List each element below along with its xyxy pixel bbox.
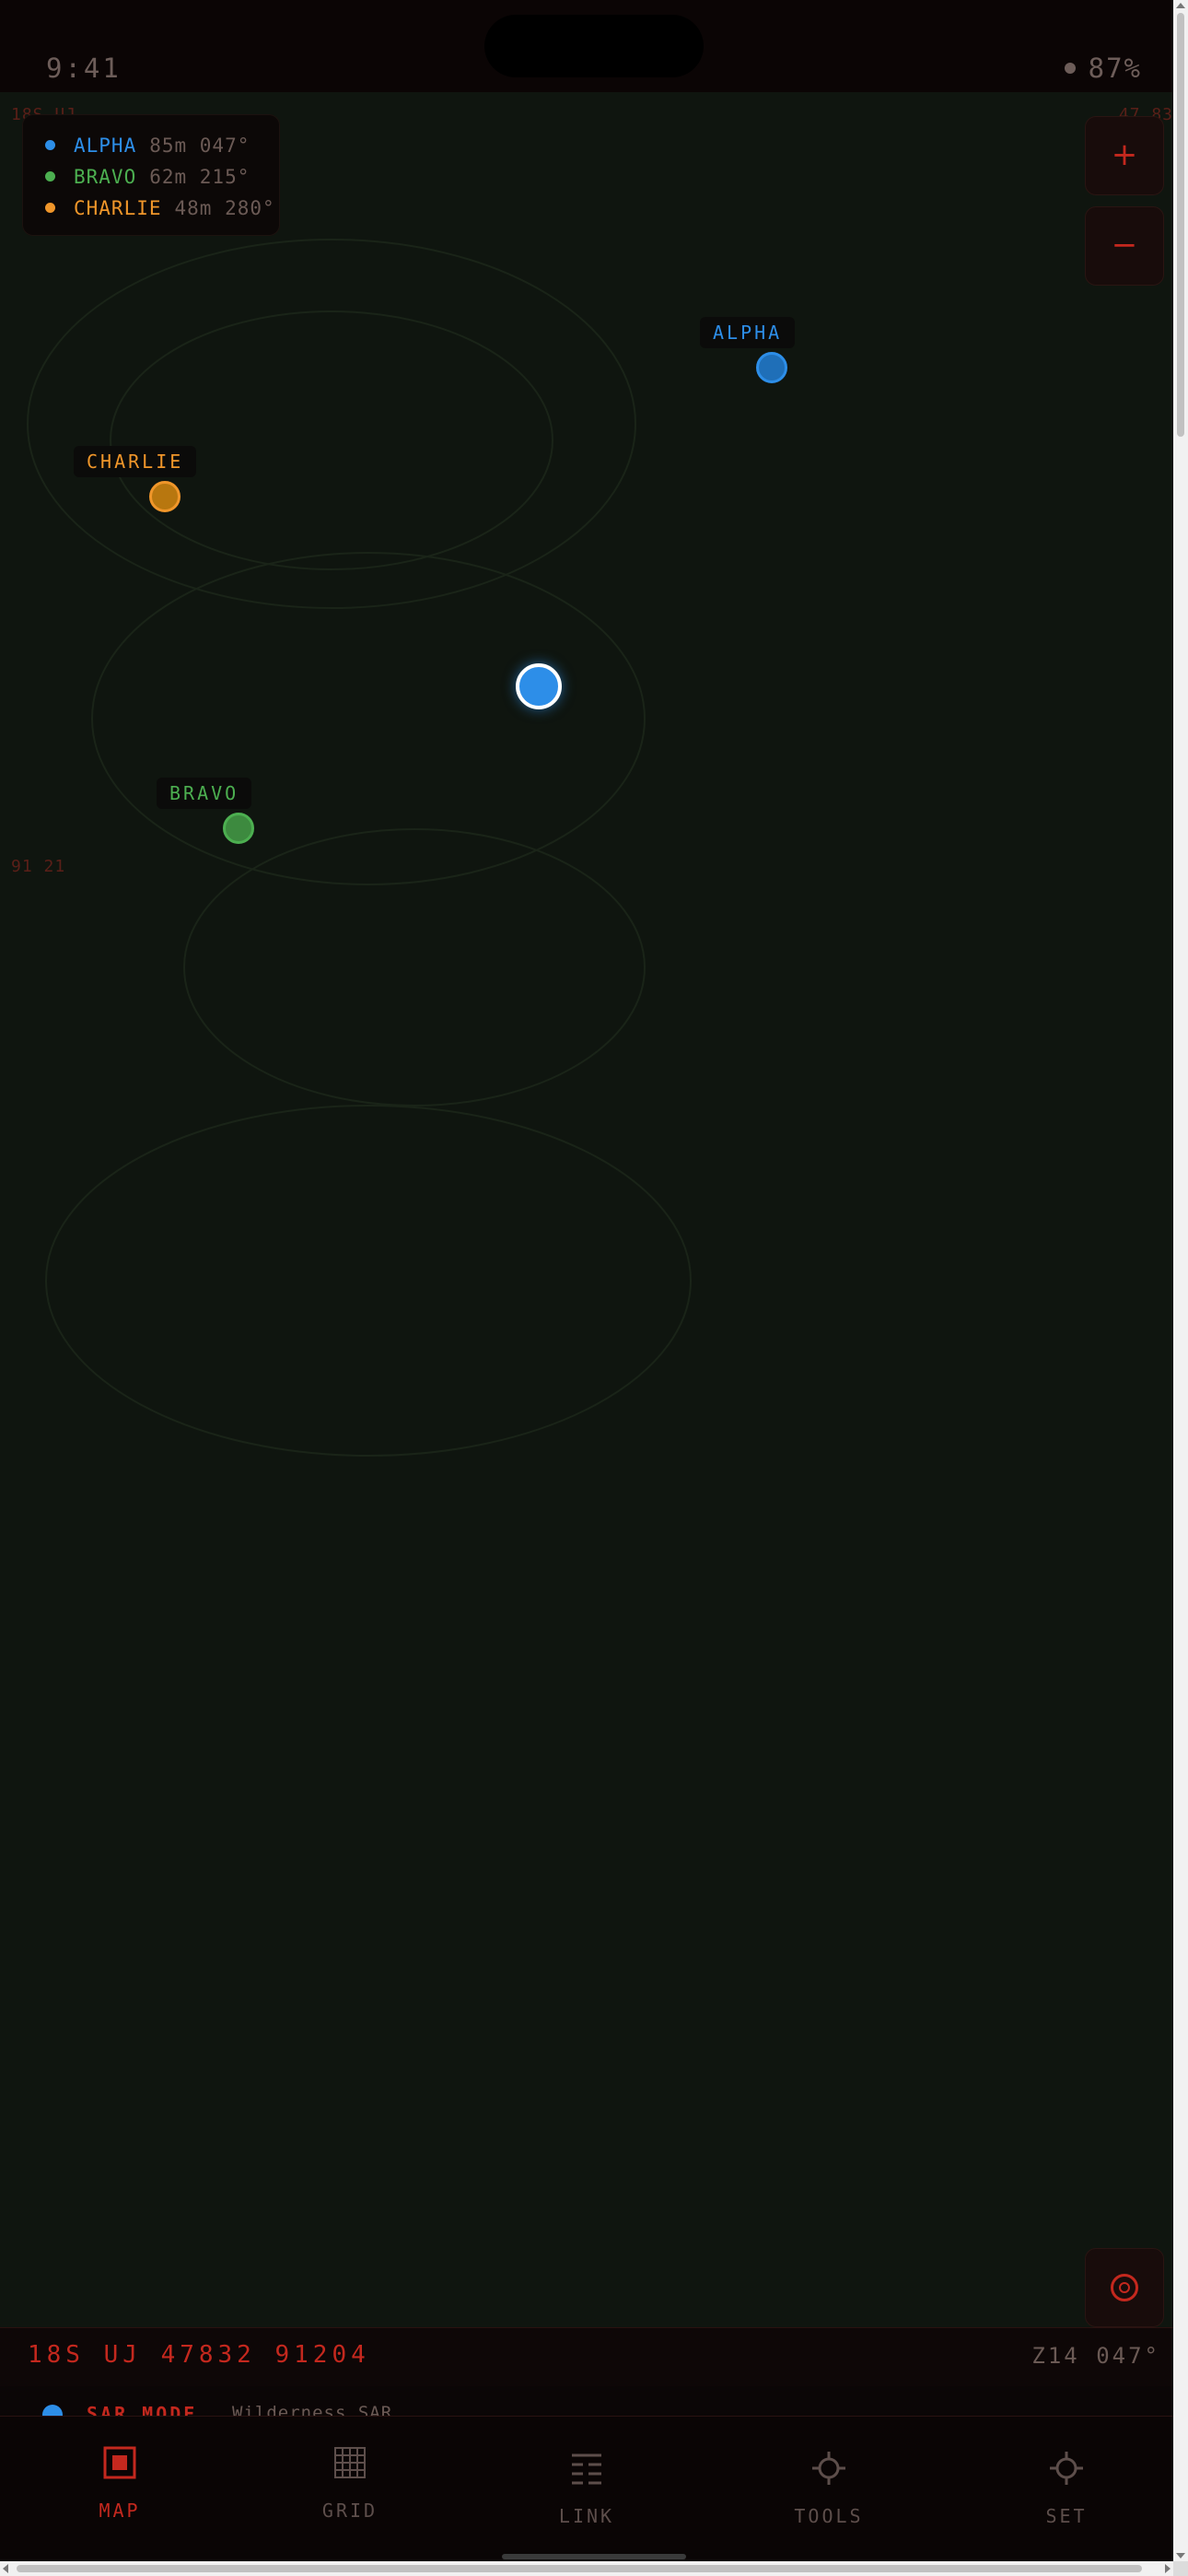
mode-status-icon bbox=[42, 2405, 63, 2416]
zoom-out-button[interactable]: − bbox=[1085, 206, 1164, 286]
scrollbar-thumb[interactable] bbox=[17, 2565, 1142, 2572]
self-position-icon[interactable] bbox=[516, 663, 562, 709]
zoom-in-button[interactable]: + bbox=[1085, 116, 1164, 195]
legend-info: 62m 215° bbox=[149, 166, 250, 188]
legend-info: 48m 280° bbox=[174, 197, 275, 219]
scrollbar-corner bbox=[1173, 2561, 1188, 2576]
mgrs-coordinates: 18S UJ 47832 91204 bbox=[28, 2341, 370, 2369]
charlie-dot-icon bbox=[45, 203, 55, 213]
mode-label: SAR MODE bbox=[87, 2403, 198, 2416]
horizontal-scrollbar[interactable] bbox=[0, 2561, 1173, 2576]
status-bar: 9:41 87% bbox=[0, 0, 1173, 92]
contour-line bbox=[27, 239, 636, 609]
battery-percent: 87% bbox=[1088, 53, 1142, 84]
tab-label: MAP bbox=[99, 2500, 141, 2522]
dynamic-island bbox=[484, 15, 704, 77]
legend-row-bravo[interactable]: BRAVO 62m 215° bbox=[45, 163, 250, 191]
scroll-left-icon[interactable] bbox=[3, 2564, 8, 2573]
callsign-label-bravo: BRAVO bbox=[157, 778, 252, 809]
legend-info: 85m 047° bbox=[149, 135, 250, 157]
scroll-up-icon[interactable] bbox=[1176, 3, 1185, 8]
target-icon bbox=[1111, 2274, 1138, 2301]
grid-side-label: 91 21 bbox=[11, 857, 66, 876]
scroll-down-icon[interactable] bbox=[1176, 2553, 1185, 2558]
mode-bar[interactable]: SAR MODE Wilderness SAR bbox=[0, 2386, 1173, 2416]
tab-link[interactable]: LINK bbox=[495, 2417, 679, 2527]
tab-bar: MAP GRID LINK TOOLS SET bbox=[0, 2416, 1173, 2561]
legend-name: ALPHA bbox=[74, 135, 137, 157]
legend-row-alpha[interactable]: ALPHA 85m 047° bbox=[45, 132, 250, 159]
bravo-dot-icon bbox=[45, 171, 55, 181]
legend-name: BRAVO bbox=[74, 166, 137, 188]
team-marker-charlie[interactable] bbox=[149, 481, 181, 512]
battery-status: 87% bbox=[1064, 53, 1142, 84]
callsign-label-charlie: CHARLIE bbox=[74, 446, 197, 477]
team-legend[interactable]: ALPHA 85m 047° BRAVO 62m 215° CHARLIE 48m 2… bbox=[22, 114, 280, 236]
tab-set[interactable]: SET bbox=[974, 2417, 1159, 2527]
tab-label: LINK bbox=[558, 2505, 615, 2527]
gear-icon bbox=[812, 2452, 845, 2485]
coordinate-bar: 18S UJ 47832 91204 Z14 047° bbox=[0, 2327, 1173, 2387]
tab-label: SET bbox=[1045, 2505, 1088, 2527]
alpha-dot-icon bbox=[45, 140, 55, 150]
legend-row-charlie[interactable]: CHARLIE 48m 280° bbox=[45, 194, 275, 222]
contour-line bbox=[110, 310, 553, 570]
tab-label: GRID bbox=[321, 2500, 379, 2522]
legend-name: CHARLIE bbox=[74, 197, 162, 219]
home-indicator[interactable] bbox=[502, 2554, 686, 2559]
contour-line bbox=[45, 1105, 692, 1457]
battery-icon bbox=[1064, 63, 1076, 74]
app-screen: 9:41 87% 18S UJ 47 83 91 21 ALPHA85m 047… bbox=[0, 0, 1173, 2561]
map-view[interactable]: 18S UJ 47 83 91 21 ALPHA85m 047° BRAVO62… bbox=[0, 92, 1173, 2327]
callsign-label-alpha: ALPHA bbox=[700, 317, 796, 348]
zoom-heading-readout: Z14 047° bbox=[1031, 2343, 1160, 2369]
recenter-button[interactable] bbox=[1085, 2248, 1164, 2327]
tab-grid[interactable]: GRID bbox=[258, 2417, 442, 2527]
tab-tools[interactable]: TOOLS bbox=[737, 2417, 921, 2527]
scrollbar-thumb[interactable] bbox=[1177, 13, 1184, 437]
map-square-icon bbox=[103, 2446, 136, 2479]
status-time: 9:41 bbox=[46, 53, 122, 84]
mode-subtitle: Wilderness SAR bbox=[232, 2403, 393, 2416]
grid-icon bbox=[334, 2447, 366, 2478]
contour-line bbox=[183, 828, 646, 1107]
contour-lines bbox=[27, 239, 692, 1457]
tab-map[interactable]: MAP bbox=[28, 2417, 212, 2527]
tab-label: TOOLS bbox=[794, 2505, 864, 2527]
vertical-scrollbar[interactable] bbox=[1173, 0, 1188, 2561]
settings-icon bbox=[1050, 2452, 1083, 2485]
team-marker-alpha[interactable] bbox=[756, 352, 787, 383]
team-marker-bravo[interactable] bbox=[223, 813, 254, 844]
list-icon bbox=[572, 2453, 601, 2485]
contour-line bbox=[91, 552, 646, 885]
scroll-right-icon[interactable] bbox=[1165, 2564, 1171, 2573]
